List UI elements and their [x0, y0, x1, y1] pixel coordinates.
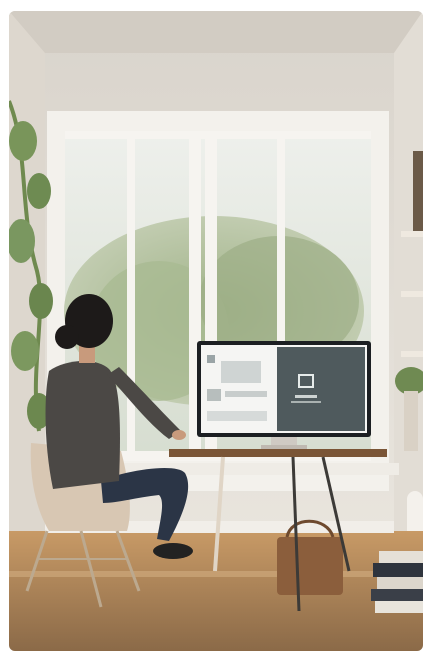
scene-illustration [9, 11, 423, 651]
monitor-right-panel [277, 347, 365, 431]
monitor [197, 341, 371, 449]
photo [9, 11, 423, 651]
shoe [153, 543, 193, 559]
image-frame [0, 0, 431, 654]
ceiling [9, 11, 423, 53]
